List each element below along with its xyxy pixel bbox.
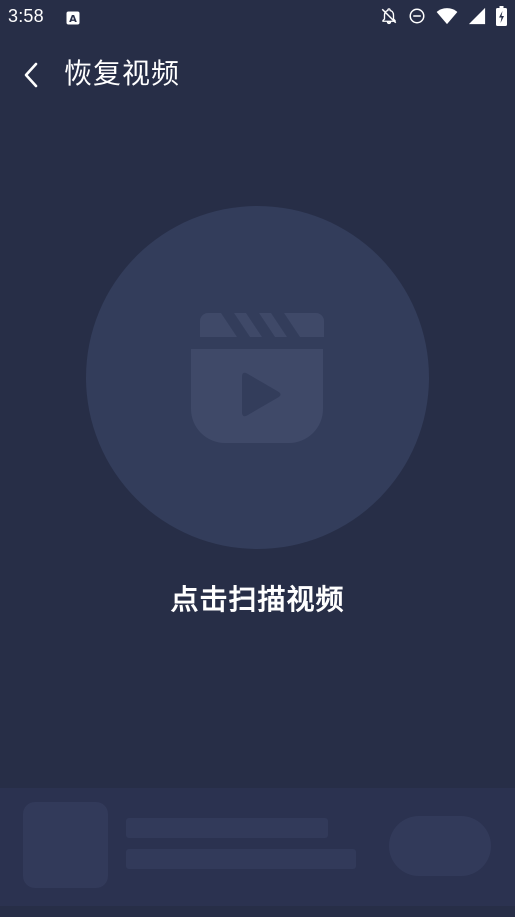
video-clapper-play-icon xyxy=(188,309,326,447)
status-time: 3:58 xyxy=(8,6,44,26)
placeholder-thumbnail xyxy=(23,802,108,888)
back-button[interactable] xyxy=(14,58,48,92)
page-title: 恢复视频 xyxy=(64,57,181,90)
placeholder-line xyxy=(126,849,356,869)
battery-charging-icon xyxy=(496,6,507,30)
placeholder-button xyxy=(389,816,491,876)
notifications-off-icon xyxy=(380,7,398,29)
app-bar: 恢复视频 xyxy=(0,46,515,102)
ad-placeholder-card xyxy=(0,788,515,906)
scan-label[interactable]: 点击扫描视频 xyxy=(0,578,515,622)
wifi-icon xyxy=(436,7,458,29)
font-app-icon: A xyxy=(66,10,80,25)
chevron-left-icon xyxy=(24,62,38,88)
status-bar: 3:58 A xyxy=(0,0,515,36)
screen: 3:58 A 恢复视频 点击扫描视频 xyxy=(0,0,515,917)
cellular-signal-icon xyxy=(468,7,486,29)
placeholder-line xyxy=(126,818,328,838)
do-not-disturb-icon xyxy=(408,7,426,29)
svg-text:A: A xyxy=(69,14,77,25)
status-icons xyxy=(380,6,507,30)
